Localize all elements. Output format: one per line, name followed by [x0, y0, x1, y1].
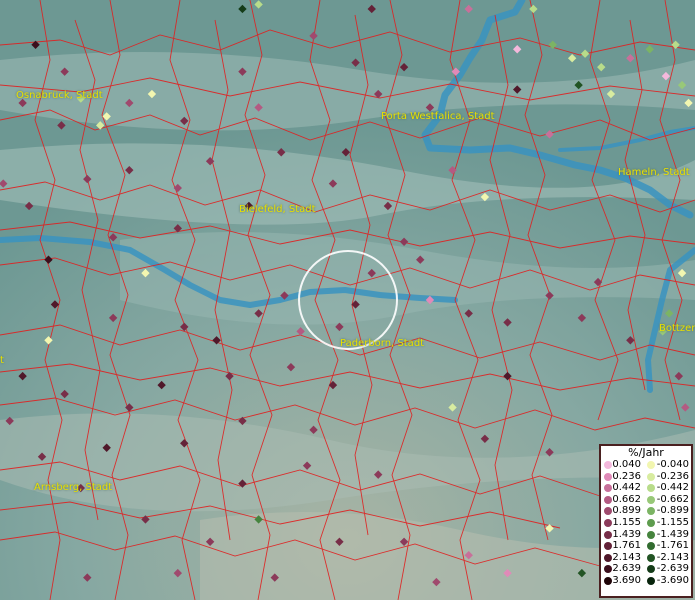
legend-row: 0.899 -0.899	[601, 505, 691, 517]
legend-swatch-negative	[647, 530, 655, 539]
legend-label-positive: 2.639	[612, 563, 641, 575]
legend-label-negative: -1.439	[656, 528, 689, 540]
legend-row: 1.761 -1.761	[601, 540, 691, 552]
legend-label-positive: 0.236	[612, 470, 641, 482]
legend-label-positive: 0.442	[612, 482, 641, 494]
legend-label-negative: -3.690	[656, 574, 689, 586]
city-label-osnabrueck: Osnabrück, Stadt	[16, 90, 103, 101]
map-canvas[interactable]	[0, 0, 695, 600]
legend-label-positive: 1.439	[612, 528, 641, 540]
legend-label-positive: 0.662	[612, 493, 641, 505]
legend-row: 1.439 -1.439	[601, 529, 691, 541]
legend-swatch-negative	[647, 565, 655, 574]
legend-swatch-negative	[647, 472, 655, 481]
city-label-porta-westfalica: Porta Westfalica, Stadt	[381, 111, 495, 122]
legend-label-negative: -1.155	[656, 516, 689, 528]
city-label-hameln: Hameln, Stadt	[618, 167, 690, 178]
legend-swatch-negative	[647, 542, 655, 551]
city-label-edge: t	[0, 355, 4, 366]
legend-label-positive: 0.040	[612, 459, 641, 470]
legend-unit: %/Jahr	[628, 446, 664, 459]
legend-row: 0.040 -0.040	[601, 459, 691, 471]
legend-label-positive: 0.899	[612, 505, 641, 517]
legend-rows: 0.040 -0.040 0.236 -0.236 0.442 -0.442 0.662 -0…	[601, 459, 691, 587]
legend-swatch-negative	[647, 576, 655, 585]
legend-row: 2.639 -2.639	[601, 563, 691, 575]
legend-row: 0.662 -0.662	[601, 494, 691, 506]
map-view[interactable]: Osnabrück, Stadt Porta Westfalica, Stadt…	[0, 0, 695, 600]
legend-label-negative: -0.236	[656, 470, 689, 482]
legend-row: 0.442 -0.442	[601, 482, 691, 494]
legend-swatch-negative	[647, 553, 655, 562]
city-label-arnsberg: Arnsberg, Stadt	[34, 482, 113, 493]
city-label-paderborn: Paderborn, Stadt	[340, 338, 425, 349]
legend-row: 0.236 -0.236	[601, 471, 691, 483]
legend-label-negative: -2.639	[656, 563, 689, 575]
legend-label-positive: 2.143	[612, 551, 641, 563]
legend-label-negative: -2.143	[656, 551, 689, 563]
legend-label-negative: -1.761	[656, 540, 689, 552]
city-label-bottzen: Bottzen	[659, 323, 695, 334]
legend-label-positive: 1.155	[612, 516, 641, 528]
legend-label-negative: -0.899	[656, 505, 689, 517]
legend-label-positive: 1.761	[612, 540, 641, 552]
legend-row: 3.690 -3.690	[601, 575, 691, 587]
legend-swatch-negative	[647, 518, 655, 527]
legend-swatch-negative	[647, 461, 655, 469]
legend-label-negative: -0.662	[656, 493, 689, 505]
legend-label-positive: 3.690	[612, 574, 641, 586]
legend-swatch-negative	[647, 484, 655, 493]
legend-swatch-negative	[647, 495, 655, 504]
legend-row: 2.143 -2.143	[601, 552, 691, 564]
city-label-bielefeld: Bielefeld, Stadt	[239, 204, 316, 215]
legend-row: 1.155 -1.155	[601, 517, 691, 529]
legend-swatch-negative	[647, 507, 655, 516]
legend-label-negative: -0.442	[656, 482, 689, 494]
legend-label-negative: -0.040	[656, 459, 689, 470]
legend-panel: %/Jahr 0.040 -0.040 0.236 -0.236 0.442 -0.442…	[599, 444, 693, 598]
